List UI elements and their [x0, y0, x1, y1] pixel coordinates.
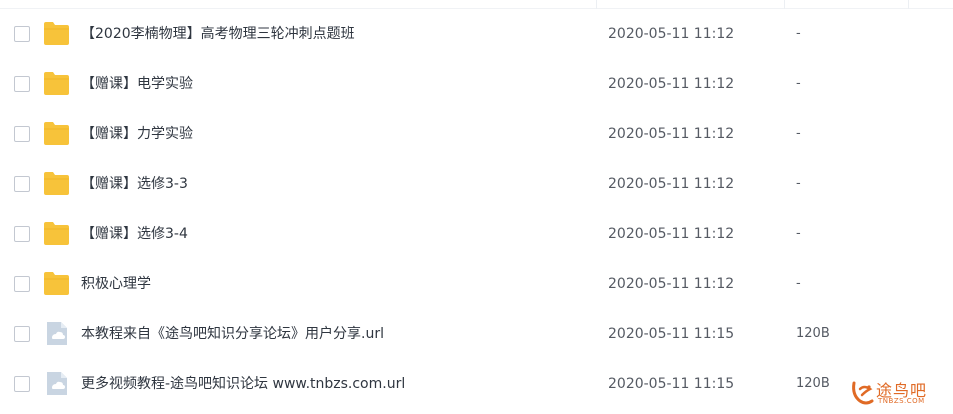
row-checkbox[interactable]	[14, 76, 30, 92]
file-name[interactable]: 更多视频教程-途鸟吧知识论坛 www.tnbzs.com.url	[81, 359, 405, 409]
modified-time: 2020-05-11 11:15	[608, 326, 735, 342]
column-separator	[784, 0, 785, 9]
row-checkbox[interactable]	[14, 226, 30, 242]
file-size: -	[796, 126, 801, 141]
file-size: -	[796, 226, 801, 241]
column-separator	[596, 0, 597, 9]
file-size: 120B	[796, 376, 830, 391]
file-name[interactable]: 【赠课】选修3-3	[81, 159, 188, 209]
list-item[interactable]: 更多视频教程-途鸟吧知识论坛 www.tnbzs.com.url 2020-05…	[0, 359, 953, 409]
watermark-subtext: TNBZS.COM	[878, 397, 925, 405]
file-list: 【2020李楠物理】高考物理三轮冲刺点题班 2020-05-11 11:12 -…	[0, 9, 953, 409]
modified-time: 2020-05-11 11:12	[608, 126, 735, 142]
modified-time: 2020-05-11 11:12	[608, 276, 735, 292]
watermark-logo: 途鸟吧 TNBZS.COM	[850, 375, 950, 411]
row-checkbox[interactable]	[14, 326, 30, 342]
file-name[interactable]: 【2020李楠物理】高考物理三轮冲刺点题班	[81, 9, 355, 59]
file-name[interactable]: 【赠课】电学实验	[81, 59, 193, 109]
list-item[interactable]: 积极心理学 2020-05-11 11:12 -	[0, 259, 953, 309]
column-separator	[908, 0, 909, 9]
file-size: -	[796, 276, 801, 291]
row-checkbox[interactable]	[14, 376, 30, 392]
list-item[interactable]: 【赠课】选修3-4 2020-05-11 11:12 -	[0, 209, 953, 259]
file-size: 120B	[796, 326, 830, 341]
file-size: -	[796, 76, 801, 91]
row-checkbox[interactable]	[14, 126, 30, 142]
modified-time: 2020-05-11 11:12	[608, 176, 735, 192]
file-size: -	[796, 26, 801, 41]
file-name[interactable]: 积极心理学	[81, 259, 151, 309]
file-name[interactable]: 本教程来自《途鸟吧知识分享论坛》用户分享.url	[81, 309, 384, 359]
bird-logo-icon	[852, 381, 874, 405]
list-item[interactable]: 【2020李楠物理】高考物理三轮冲刺点题班 2020-05-11 11:12 -	[0, 9, 953, 59]
list-item[interactable]: 【赠课】电学实验 2020-05-11 11:12 -	[0, 59, 953, 109]
modified-time: 2020-05-11 11:12	[608, 226, 735, 242]
file-name[interactable]: 【赠课】选修3-4	[81, 209, 188, 259]
folder-icon	[43, 171, 70, 196]
folder-icon	[43, 71, 70, 96]
row-checkbox[interactable]	[14, 276, 30, 292]
list-item[interactable]: 本教程来自《途鸟吧知识分享论坛》用户分享.url 2020-05-11 11:1…	[0, 309, 953, 359]
row-checkbox[interactable]	[14, 26, 30, 42]
list-item[interactable]: 【赠课】力学实验 2020-05-11 11:12 -	[0, 109, 953, 159]
folder-icon	[43, 271, 70, 296]
row-checkbox[interactable]	[14, 176, 30, 192]
modified-time: 2020-05-11 11:15	[608, 376, 735, 392]
url-file-icon	[43, 371, 70, 396]
file-size: -	[796, 176, 801, 191]
folder-icon	[43, 121, 70, 146]
folder-icon	[43, 221, 70, 246]
file-name[interactable]: 【赠课】力学实验	[81, 109, 193, 159]
modified-time: 2020-05-11 11:12	[608, 76, 735, 92]
list-header-divider	[0, 0, 953, 9]
modified-time: 2020-05-11 11:12	[608, 26, 735, 42]
list-item[interactable]: 【赠课】选修3-3 2020-05-11 11:12 -	[0, 159, 953, 209]
url-file-icon	[43, 321, 70, 346]
folder-icon	[43, 21, 70, 46]
